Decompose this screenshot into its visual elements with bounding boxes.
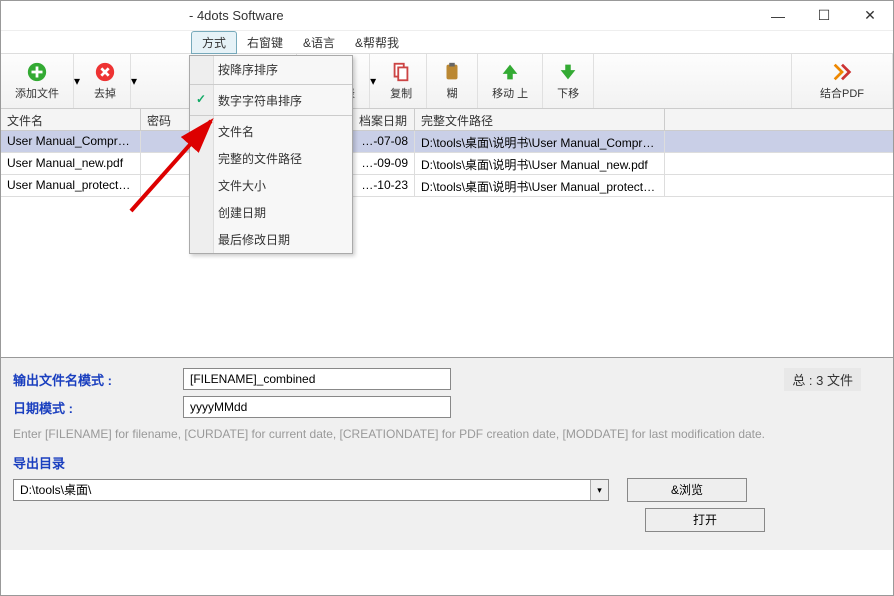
cell-path: D:\tools\桌面\说明书\User Manual_new.pdf	[415, 153, 665, 174]
arrow-down-icon	[557, 61, 579, 83]
table-row[interactable]: User Manual_protected.pdf 2019-10-23 16:…	[1, 175, 893, 197]
dropdown-item-numeric[interactable]: ✓数字字符串排序	[190, 87, 352, 116]
grid-header: 文件名 密码 档案日期 完整文件路径	[1, 109, 893, 131]
menu-item-mode[interactable]: 方式	[191, 31, 237, 54]
cell-name: User Manual_protected.pdf	[1, 175, 141, 196]
export-dir-combo[interactable]: D:\tools\桌面\ ▾	[13, 479, 609, 501]
menu-item-help[interactable]: &帮帮我	[345, 32, 409, 53]
menu-bar: 方式 右窗键 &语言 &帮帮我	[1, 31, 893, 53]
dropdown-item-modified[interactable]: 最后修改日期	[190, 226, 352, 253]
dropdown-item-created[interactable]: 创建日期	[190, 199, 352, 226]
dropdown-item-filesize[interactable]: 文件大小	[190, 172, 352, 199]
date-pattern-label: 日期模式 :	[13, 398, 183, 417]
browse-button[interactable]: &浏览	[627, 478, 747, 502]
date-pattern-input[interactable]	[183, 396, 451, 418]
cell-date: 2019-10-23 16:11:30	[353, 175, 415, 196]
cell-name: User Manual_Compress.pdf	[1, 131, 141, 152]
add-icon	[26, 61, 48, 83]
close-button[interactable]: ✕	[847, 1, 893, 30]
open-button[interactable]: 打开	[645, 508, 765, 532]
bottom-panel: 输出文件名模式 : 总 : 3 文件 日期模式 : Enter [FILENAM…	[1, 357, 893, 550]
export-dir-value: D:\tools\桌面\	[14, 481, 590, 498]
cell-date: 2019-09-09 11:33:50	[353, 153, 415, 174]
arrow-up-icon	[499, 61, 521, 83]
col-filename[interactable]: 文件名	[1, 109, 141, 130]
out-pattern-label: 输出文件名模式 :	[13, 370, 183, 389]
paste-button[interactable]: 糊	[427, 54, 478, 108]
movedown-button[interactable]: 下移	[543, 54, 594, 108]
col-date[interactable]: 档案日期	[353, 109, 415, 130]
col-path[interactable]: 完整文件路径	[415, 109, 665, 130]
menu-item-context[interactable]: 右窗键	[237, 32, 293, 53]
dropdown-item-desc[interactable]: 按降序排序	[190, 56, 352, 85]
cell-date: 2019-07-08 13:57:42	[353, 131, 415, 152]
moveup-button[interactable]: 移动 上	[478, 54, 543, 108]
cell-path: D:\tools\桌面\说明书\User Manual_Compress.pdf	[415, 131, 665, 152]
combine-pdf-button[interactable]: 结合PDF	[791, 54, 893, 108]
copy-icon	[390, 61, 412, 83]
window-title: - 4dots Software	[9, 8, 755, 23]
remove-icon	[94, 61, 116, 83]
total-files: 总 : 3 文件	[784, 368, 861, 391]
pattern-hint: Enter [FILENAME] for filename, [CURDATE]…	[13, 426, 881, 443]
cell-path: D:\tools\桌面\说明书\User Manual_protected.pd…	[415, 175, 665, 196]
remove-button[interactable]: 去掉	[80, 54, 131, 108]
chevron-down-icon[interactable]: ▾	[590, 480, 608, 500]
paste-icon	[441, 61, 463, 83]
sort-dropdown-menu: 按降序排序 ✓数字字符串排序 文件名 完整的文件路径 文件大小 创建日期 最后修…	[189, 55, 353, 254]
export-dir-label: 导出目录	[13, 453, 881, 472]
cell-name: User Manual_new.pdf	[1, 153, 141, 174]
add-file-button[interactable]: 添加文件	[1, 54, 74, 108]
dropdown-item-filename[interactable]: 文件名	[190, 118, 352, 145]
toolbar: 添加文件 ▾ 去掉 ▾ ▾ 导入列表 ▾ 复制 糊 移动 上 下移 结合PDF	[1, 53, 893, 109]
title-bar: - 4dots Software — ☐ ✕	[1, 1, 893, 31]
combine-icon	[831, 61, 853, 83]
check-icon: ✓	[196, 92, 206, 106]
table-row[interactable]: User Manual_Compress.pdf 2019-07-08 13:5…	[1, 131, 893, 153]
grid-body: User Manual_Compress.pdf 2019-07-08 13:5…	[1, 131, 893, 197]
maximize-button[interactable]: ☐	[801, 1, 847, 30]
table-row[interactable]: User Manual_new.pdf 2019-09-09 11:33:50 …	[1, 153, 893, 175]
copy-button[interactable]: 复制	[376, 54, 427, 108]
menu-item-language[interactable]: &语言	[293, 32, 345, 53]
out-pattern-input[interactable]	[183, 368, 451, 390]
minimize-button[interactable]: —	[755, 1, 801, 30]
dropdown-item-fullpath[interactable]: 完整的文件路径	[190, 145, 352, 172]
